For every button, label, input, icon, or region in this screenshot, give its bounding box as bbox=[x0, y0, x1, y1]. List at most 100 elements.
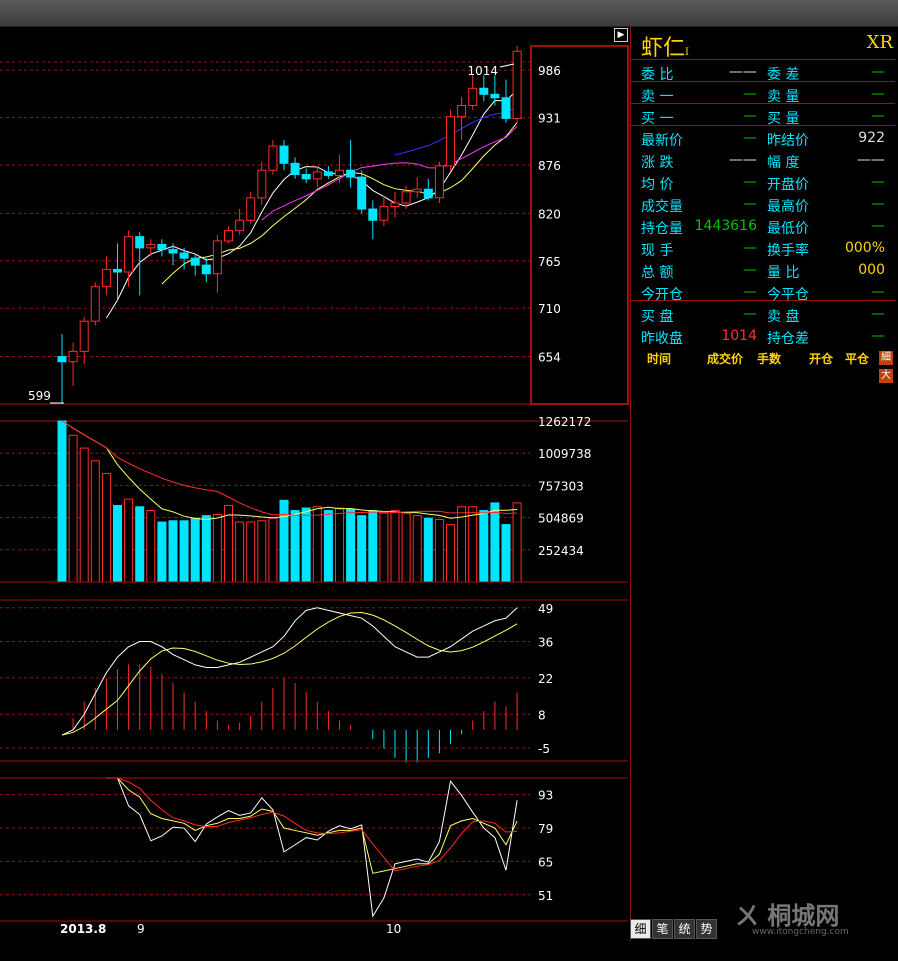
candle-body bbox=[224, 230, 233, 242]
price-tick-label: 931 bbox=[538, 112, 561, 126]
volume-bar bbox=[301, 507, 311, 583]
quote-value: — bbox=[743, 130, 757, 146]
candle-body bbox=[79, 320, 89, 352]
candle-body bbox=[401, 191, 411, 204]
quote-label: 卖 一 bbox=[641, 89, 674, 105]
candle-body bbox=[90, 286, 100, 322]
quote-label: 委 比 bbox=[641, 67, 674, 83]
quote-label: 今开仓 bbox=[641, 287, 683, 303]
volume-bar bbox=[124, 498, 134, 583]
quote-label: 持仓差 bbox=[767, 331, 809, 347]
low-annotation: 599 bbox=[28, 389, 51, 403]
candle-body bbox=[501, 97, 511, 119]
quote-label: 卖 量 bbox=[767, 89, 800, 105]
quote-row: 今开仓 — 今平仓 — bbox=[631, 282, 895, 304]
panel-divider bbox=[631, 59, 895, 60]
kline-chart: 986 931 876 820 765 710 654 1014 599 1262172 10097… bbox=[0, 45, 629, 922]
volume-bar bbox=[390, 510, 400, 583]
volume-bar bbox=[257, 520, 267, 583]
price-tick-label: 710 bbox=[538, 302, 561, 316]
volume-bar bbox=[312, 506, 322, 583]
quote-label: 开盘价 bbox=[767, 177, 809, 193]
quote-label: 今平仓 bbox=[767, 287, 809, 303]
quote-label: 买 盘 bbox=[641, 309, 674, 325]
candle-body bbox=[235, 219, 245, 232]
candle-body bbox=[257, 169, 267, 199]
kdj-line-0 bbox=[106, 777, 518, 918]
volume-bar bbox=[212, 513, 222, 583]
tab-trend[interactable]: 势 bbox=[696, 919, 717, 939]
quote-value: 1014 bbox=[721, 328, 757, 344]
quote-row: 成交量 — 最高价 — bbox=[631, 194, 895, 216]
quote-value: —— bbox=[729, 64, 757, 80]
candle-body bbox=[368, 208, 378, 221]
candle-body bbox=[201, 264, 211, 275]
top-menu-bar bbox=[0, 0, 898, 27]
quote-label: 卖 盘 bbox=[767, 309, 800, 325]
candle-body bbox=[135, 236, 145, 249]
quote-label: 涨 跌 bbox=[641, 155, 674, 171]
candle-body bbox=[157, 243, 167, 251]
quote-row: 现 手 — 换手率 000% bbox=[631, 238, 895, 260]
detail-button[interactable]: 細 bbox=[879, 351, 893, 365]
quote-label: 换手率 bbox=[767, 243, 809, 259]
volume-bar bbox=[346, 508, 356, 583]
quote-value: — bbox=[743, 240, 757, 256]
quote-value: — bbox=[871, 108, 885, 124]
candle-body bbox=[290, 162, 300, 176]
candle-body bbox=[346, 169, 356, 178]
panel-toggle-icon[interactable]: ▶ bbox=[614, 28, 628, 42]
volume-tick-label: 504869 bbox=[538, 512, 584, 526]
tab-ticks[interactable]: 笔 bbox=[652, 919, 673, 939]
volume-bar bbox=[101, 473, 111, 583]
quote-value: 1443616 bbox=[694, 218, 757, 234]
tab-detail[interactable]: 细 bbox=[630, 919, 651, 939]
candle-body bbox=[412, 188, 422, 193]
quote-label: 最低价 bbox=[767, 221, 809, 237]
volume-bar bbox=[412, 515, 422, 583]
volume-bar bbox=[290, 510, 300, 583]
kdj-tick-label: 65 bbox=[538, 855, 553, 869]
quote-row: 委 比 —— 委 差 — bbox=[631, 62, 895, 84]
quote-row: 最新价 — 昨结价 922 bbox=[631, 128, 895, 150]
quote-label: 昨收盘 bbox=[641, 331, 683, 347]
quote-value: — bbox=[871, 196, 885, 212]
candle-body bbox=[179, 252, 189, 259]
tick-header-cell: 开仓 bbox=[809, 352, 834, 366]
candle-body bbox=[268, 145, 278, 171]
quote-value: — bbox=[871, 86, 885, 102]
kdj-tick-label: 79 bbox=[538, 822, 553, 836]
large-button[interactable]: 大 bbox=[879, 369, 893, 383]
quote-label: 总 额 bbox=[641, 265, 674, 281]
volume-bar bbox=[279, 499, 289, 583]
quote-label: 量 比 bbox=[767, 265, 800, 281]
instrument-name: 虾仁I bbox=[641, 36, 689, 61]
tick-header-cell: 时间 bbox=[647, 352, 672, 366]
volume-bar bbox=[457, 506, 467, 583]
quote-value: 922 bbox=[858, 130, 885, 146]
kdj-tick-label: 51 bbox=[538, 889, 553, 903]
candle-body bbox=[212, 240, 222, 275]
date-label-aug: 2013.8 bbox=[60, 922, 107, 936]
ma-line-20 bbox=[261, 125, 518, 221]
volume-bar bbox=[57, 420, 67, 583]
volume-bar bbox=[224, 504, 233, 583]
volume-bar bbox=[179, 520, 189, 583]
macd-dea-line bbox=[61, 612, 518, 736]
candle-body bbox=[312, 171, 322, 180]
quote-row: 卖 一 — 卖 量 — bbox=[631, 84, 895, 106]
volume-bar bbox=[335, 507, 344, 583]
quote-value: —— bbox=[729, 152, 757, 168]
instrument-flag: XR bbox=[866, 32, 893, 53]
volume-bar bbox=[113, 504, 122, 583]
quote-value: — bbox=[743, 196, 757, 212]
quote-value: — bbox=[743, 174, 757, 190]
macd-tick-label: 22 bbox=[538, 672, 553, 686]
quote-label: 持仓量 bbox=[641, 221, 683, 237]
tab-stats[interactable]: 统 bbox=[674, 919, 695, 939]
quote-value: — bbox=[871, 174, 885, 190]
volume-bar bbox=[490, 502, 500, 583]
candle-body bbox=[446, 116, 455, 167]
quote-value: —— bbox=[857, 152, 885, 168]
volume-tick-label: 1262172 bbox=[538, 415, 591, 429]
